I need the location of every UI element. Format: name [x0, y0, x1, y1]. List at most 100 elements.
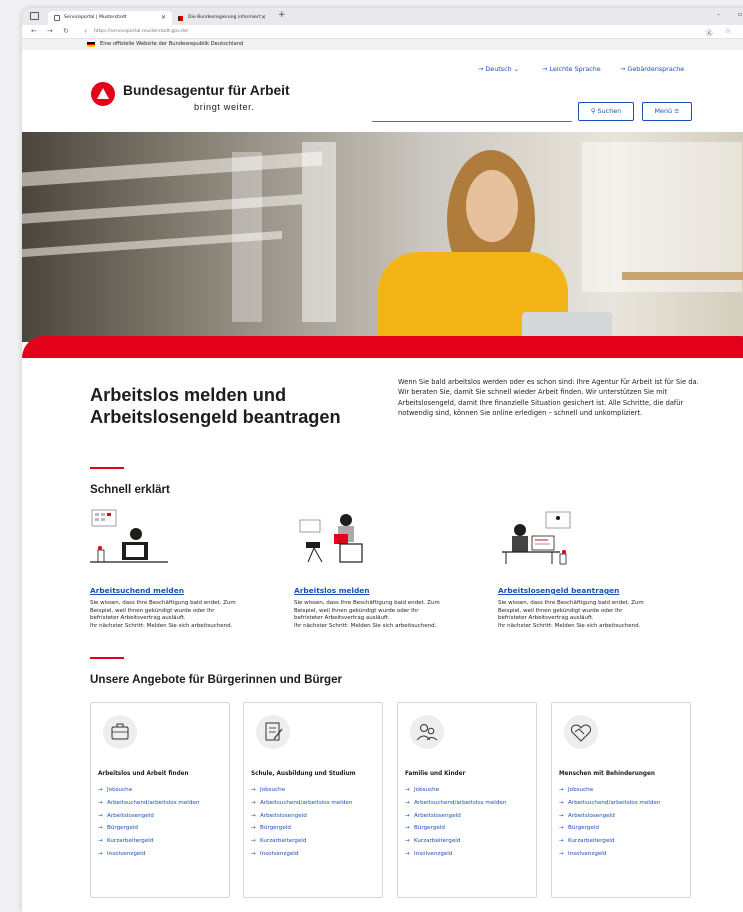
maximize-icon[interactable]: ▫: [738, 11, 742, 18]
ba-logo-icon[interactable]: [91, 82, 115, 106]
card-link[interactable]: → Jobsuche: [98, 787, 226, 794]
card-title: Familie und Kinder: [405, 771, 466, 777]
link-gebaerdensprache[interactable]: → Gebärdensprache: [620, 65, 684, 73]
tab-bar: Serviceportal | Musterstadt ✕ Die Bundes…: [22, 8, 743, 25]
card-link[interactable]: → Bürgergeld: [559, 825, 687, 832]
card-link-list: → Jobsuche → Arbeitsuchend/arbeitslos meld…: [251, 787, 379, 864]
arrow-right-icon: →: [559, 825, 564, 832]
card-link[interactable]: → Insolvenzgeld: [251, 851, 379, 858]
person-at-desk-illustration: [502, 511, 571, 565]
url-field[interactable]: ⚲ https://serviceportal.musterstadt.gov.…: [82, 27, 700, 37]
link-arbeitslos-melden[interactable]: Arbeitslos melden: [294, 586, 486, 595]
card-link[interactable]: → Insolvenzgeld: [405, 851, 533, 858]
arrow-right-icon: →: [98, 812, 103, 819]
person-with-box-illustration: [299, 514, 363, 563]
link-arbeitslosengeld-beantragen[interactable]: Arbeitslosengeld beantragen: [498, 586, 690, 595]
reload-icon[interactable]: ↻: [63, 27, 69, 35]
quick-item: Arbeitsuchend melden Sie wissen, dass Ih…: [90, 586, 282, 630]
arrow-right-icon: →: [559, 787, 564, 793]
search-icon: ⚲: [84, 29, 88, 35]
hero-red-band: [22, 336, 743, 358]
tab-close-icon[interactable]: ✕: [161, 11, 166, 25]
arrow-right-icon: →: [251, 787, 256, 793]
card-link[interactable]: → Bürgergeld: [251, 825, 379, 832]
arrow-right-icon: →: [559, 799, 564, 806]
link-arbeitsuchend-melden[interactable]: Arbeitsuchend melden: [90, 586, 282, 595]
card-link[interactable]: → Arbeitsuchend/arbeitslos melden: [559, 800, 687, 807]
briefcase-icon: [103, 715, 137, 749]
card-link[interactable]: → Jobsuche: [251, 787, 379, 794]
card-link[interactable]: → Jobsuche: [559, 787, 687, 794]
arrow-right-icon: →: [559, 838, 564, 845]
arrow-right-icon: →: [98, 799, 103, 806]
card-link-list: → Jobsuche → Arbeitsuchend/arbeitslos meld…: [405, 787, 533, 864]
card-link[interactable]: → Arbeitslosengeld: [251, 813, 379, 820]
favorites-icon[interactable]: ☆: [725, 27, 731, 35]
card-link[interactable]: → Kurzarbeitergeld: [559, 838, 687, 845]
arrow-right-icon: →: [251, 799, 256, 806]
card-link[interactable]: → Arbeitslosengeld: [559, 813, 687, 820]
card-link[interactable]: → Bürgergeld: [405, 825, 533, 832]
tab-actions-icon[interactable]: [30, 12, 39, 20]
section-heading-quick: Schnell erklärt: [90, 483, 170, 496]
tab-close-icon[interactable]: ✕: [261, 11, 266, 25]
card-link[interactable]: → Arbeitslosengeld: [405, 813, 533, 820]
card-link[interactable]: → Arbeitsuchend/arbeitslos melden: [405, 800, 533, 807]
card-link-list: → Jobsuche → Arbeitsuchend/arbeitslos meld…: [98, 787, 226, 864]
quick-item-text: Sie wissen, dass Ihre Beschäftigung bald…: [294, 600, 440, 629]
offer-card: Menschen mit Behinderungen → Jobsuche → Ar…: [551, 702, 691, 898]
arrow-right-icon: →: [559, 812, 564, 819]
quick-item-text: Sie wissen, dass Ihre Beschäftigung bald…: [90, 600, 236, 629]
card-link[interactable]: → Arbeitsuchend/arbeitslos melden: [98, 800, 226, 807]
official-website-bar: Eine offizielle Website der Bundesrepubl…: [22, 39, 743, 50]
card-link[interactable]: → Arbeitsuchend/arbeitslos melden: [251, 800, 379, 807]
person-at-computer-illustration: [90, 509, 168, 563]
arrow-right-icon: →: [251, 838, 256, 845]
minimize-icon[interactable]: –: [717, 11, 720, 18]
language-select[interactable]: → Deutsch ⌄: [478, 65, 519, 73]
handshake-heart-icon: [564, 715, 598, 749]
link-leichte-sprache[interactable]: → Leichte Sprache: [542, 65, 601, 73]
card-link[interactable]: → Jobsuche: [405, 787, 533, 794]
search-button[interactable]: ⚲ Suchen: [578, 102, 634, 121]
offer-card: Familie und Kinder → Jobsuche → Arbeitsuch…: [397, 702, 537, 898]
browser-tab-active[interactable]: Serviceportal | Musterstadt ✕: [48, 11, 172, 25]
card-link[interactable]: → Insolvenzgeld: [98, 851, 226, 858]
quick-item: Arbeitslos melden Sie wissen, dass Ihre …: [294, 586, 486, 630]
arrow-right-icon: →: [251, 825, 256, 832]
address-bar: ← → ↻ ⚲ https://serviceportal.musterstad…: [22, 25, 743, 39]
menu-button[interactable]: Menü ≡: [642, 102, 692, 121]
browser-window: Serviceportal | Musterstadt ✕ Die Bundes…: [22, 8, 743, 912]
brand-name[interactable]: Bundesagentur für Arbeit: [123, 83, 290, 98]
tab-title: Die Bundesregierung informiert: [188, 15, 261, 20]
card-link[interactable]: → Kurzarbeitergeld: [98, 838, 226, 845]
document-pen-icon: [256, 715, 290, 749]
forward-icon[interactable]: →: [47, 27, 53, 35]
search-input[interactable]: [372, 104, 572, 122]
arrow-right-icon: →: [405, 825, 410, 832]
back-icon[interactable]: ←: [31, 27, 37, 35]
arrow-right-icon: →: [559, 850, 564, 857]
card-link[interactable]: → Bürgergeld: [98, 825, 226, 832]
accent-line: [90, 467, 124, 469]
card-title: Arbeitslos und Arbeit finden: [98, 771, 189, 777]
card-link[interactable]: → Arbeitslosengeld: [98, 813, 226, 820]
card-link[interactable]: → Kurzarbeitergeld: [405, 838, 533, 845]
official-text: Eine offizielle Website der Bundesrepubl…: [100, 41, 244, 47]
card-link-list: → Jobsuche → Arbeitsuchend/arbeitslos meld…: [559, 787, 687, 864]
arrow-right-icon: →: [405, 850, 410, 857]
card-title: Schule, Ausbildung und Studium: [251, 771, 356, 777]
family-icon: [410, 715, 444, 749]
arrow-right-icon: →: [98, 838, 103, 845]
arrow-right-icon: →: [98, 787, 103, 793]
card-title: Menschen mit Behinderungen: [559, 771, 655, 777]
reader-icon[interactable]: Ⓐ: [706, 27, 713, 37]
new-tab-icon[interactable]: +: [278, 10, 286, 20]
browser-tab[interactable]: Die Bundesregierung informiert ✕: [172, 11, 272, 25]
card-link[interactable]: → Insolvenzgeld: [559, 851, 687, 858]
offer-card: Arbeitslos und Arbeit finden → Jobsuche →…: [90, 702, 230, 898]
offer-card: Schule, Ausbildung und Studium → Jobsuche…: [243, 702, 383, 898]
section-heading-offers: Unsere Angebote für Bürgerinnen und Bürg…: [90, 673, 343, 686]
card-link[interactable]: → Kurzarbeitergeld: [251, 838, 379, 845]
hamburger-icon: ≡: [672, 107, 680, 115]
